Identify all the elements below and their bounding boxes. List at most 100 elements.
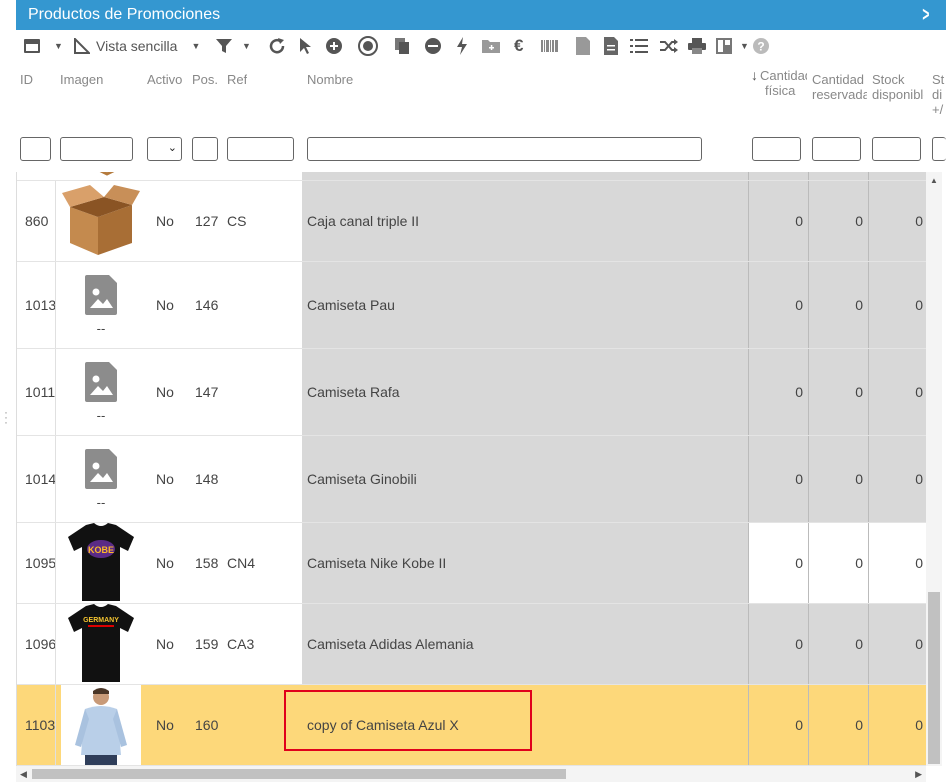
select-button[interactable]: [298, 36, 312, 56]
column-header-ref[interactable]: Ref: [227, 72, 247, 87]
vertical-scrollbar[interactable]: ▲: [926, 172, 942, 766]
cell-nombre[interactable]: Camiseta Rafa: [307, 349, 400, 435]
scroll-right-icon[interactable]: ▶: [915, 769, 922, 780]
filter-ref-input[interactable]: [227, 137, 294, 161]
product-image[interactable]: [59, 181, 143, 261]
column-header-stock-extra[interactable]: St di +/: [932, 72, 946, 117]
cell-cantidad-fisica: 0: [795, 213, 803, 229]
chevron-down-icon: ▼: [242, 41, 251, 51]
resize-handle[interactable]: · · ·: [4, 406, 8, 428]
column-header-stock-disponible[interactable]: Stock disponible: [872, 72, 924, 102]
filter-activo-select[interactable]: ⌄: [147, 137, 182, 161]
cell-pos: 127: [195, 213, 219, 229]
product-image[interactable]: [61, 685, 141, 765]
cell-cantidad-reservada: 0: [855, 384, 863, 400]
column-header-imagen[interactable]: Imagen: [60, 72, 103, 87]
filter-cantidad-fisica-input[interactable]: [752, 137, 801, 161]
cell-pos: 158: [195, 555, 219, 571]
cell-nombre[interactable]: Camiseta Adidas Alemania: [307, 604, 474, 684]
chevron-right-icon[interactable]: >: [923, 4, 930, 27]
column-header-cantidad-fisica[interactable]: ↓ Cantidad física: [751, 68, 807, 98]
document-icon: [604, 37, 618, 55]
filter-icon: [216, 38, 232, 54]
list-button[interactable]: [630, 36, 648, 56]
tshirt-germany-image: GERMANY: [68, 604, 134, 682]
help-button[interactable]: ?: [752, 36, 770, 56]
scroll-left-icon[interactable]: ◀: [20, 769, 27, 780]
barcode-button[interactable]: [540, 36, 560, 56]
filter-stock-extra-input[interactable]: [932, 137, 946, 161]
minus-circle-icon: [424, 37, 442, 55]
column-divider: [55, 262, 56, 348]
vertical-scrollbar-thumb[interactable]: [928, 592, 940, 764]
columns-button[interactable]: ▼: [716, 36, 749, 56]
cell-nombre[interactable]: Caja canal triple II: [307, 181, 419, 261]
export-csv-button[interactable]: [576, 36, 590, 56]
filter-cantidad-reservada-input[interactable]: [812, 137, 861, 161]
layout-menu-button[interactable]: ▼: [24, 36, 63, 56]
cell-nombre[interactable]: Camiseta Ginobili: [307, 436, 417, 522]
refresh-button[interactable]: [268, 36, 286, 56]
filter-id-input[interactable]: [20, 137, 51, 161]
cell-id: 1013: [25, 297, 55, 313]
cell-stock-disponible: 0: [915, 213, 923, 229]
cell-pos: 146: [195, 297, 219, 313]
table-row-partial[interactable]: [17, 172, 926, 181]
cell-activo: No: [156, 555, 174, 571]
plus-circle-icon: [325, 37, 343, 55]
column-header-cantidad-reservada[interactable]: Cantidad reservada: [812, 72, 867, 102]
copy-button[interactable]: [394, 36, 410, 56]
window-titlebar: Productos de Promociones >: [16, 0, 946, 30]
name-cell-bg: [302, 172, 748, 180]
cell-nombre[interactable]: Camiseta Pau: [307, 262, 395, 348]
cell-id: 1096: [25, 636, 55, 652]
product-image[interactable]: --: [59, 262, 143, 348]
column-header-pos[interactable]: Pos.: [192, 72, 218, 87]
price-button[interactable]: €: [514, 36, 523, 56]
product-image[interactable]: --: [59, 436, 143, 522]
chevron-down-icon: ⌄: [167, 142, 177, 154]
column-header-id[interactable]: ID: [20, 72, 33, 87]
table-row[interactable]: 1096 GERMANY No 159 CA3 Camiseta Adidas …: [17, 604, 926, 685]
view-selector[interactable]: Vista sencilla ▼: [74, 36, 200, 56]
filter-imagen-input[interactable]: [60, 137, 133, 161]
sync-button[interactable]: [358, 36, 378, 56]
add-folder-button[interactable]: [482, 36, 500, 56]
filter-stock-disponible-input[interactable]: [872, 137, 921, 161]
filter-pos-input[interactable]: [192, 137, 218, 161]
lightning-icon: [456, 37, 468, 55]
table-row[interactable]: 860 No 127 CS Caja canal triple II 0 0 0: [17, 181, 926, 262]
filter-button[interactable]: ▼: [216, 36, 251, 56]
image-placeholder-icon: [85, 274, 117, 315]
image-caption: --: [96, 407, 106, 423]
cell-stock-disponible: 0: [915, 297, 923, 313]
filter-nombre-input[interactable]: [307, 137, 702, 161]
table-row[interactable]: 1014 -- No 148 Camiseta Ginobili 0 0 0: [17, 436, 926, 523]
print-button[interactable]: [688, 36, 706, 56]
shuffle-button[interactable]: [660, 36, 678, 56]
cell-pos: 160: [195, 717, 219, 733]
remove-button[interactable]: [424, 36, 442, 56]
horizontal-scrollbar-thumb[interactable]: [32, 769, 566, 779]
horizontal-scrollbar[interactable]: ◀ ▶: [16, 766, 926, 782]
column-header-nombre[interactable]: Nombre: [307, 72, 353, 87]
cell-nombre[interactable]: Camiseta Nike Kobe II: [307, 523, 446, 603]
product-image[interactable]: KOBE: [59, 523, 143, 603]
product-image[interactable]: GERMANY: [59, 604, 143, 684]
printer-icon: [688, 38, 706, 54]
flash-button[interactable]: [456, 36, 468, 56]
cursor-icon: [298, 37, 312, 55]
table-row[interactable]: 1013 -- No 146 Camiseta Pau 0 0 0: [17, 262, 926, 349]
table-row[interactable]: 1095 KOBE No 158 CN4 Camiseta Nike Kobe …: [17, 523, 926, 604]
column-header-activo[interactable]: Activo: [147, 72, 182, 87]
add-button[interactable]: [325, 36, 343, 56]
table-row[interactable]: 1011 -- No 147 Camiseta Rafa 0 0 0: [17, 349, 926, 436]
ruler-icon: [74, 38, 90, 54]
cell-cantidad-reservada: 0: [855, 213, 863, 229]
cell-id: 1011: [25, 384, 55, 400]
scroll-up-icon[interactable]: ▲: [930, 176, 938, 185]
man-shirt-image: [75, 688, 127, 765]
document-button[interactable]: [604, 36, 618, 56]
column-divider: [55, 181, 56, 261]
product-image[interactable]: --: [59, 349, 143, 435]
